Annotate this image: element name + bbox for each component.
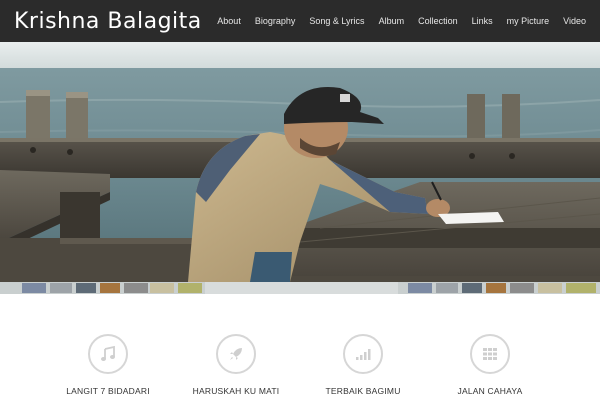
grid-icon xyxy=(483,348,497,360)
feature-item-langit-7-bidadari[interactable]: LANGIT 7 BIDADARI xyxy=(53,334,163,396)
nav-my-picture[interactable]: my Picture xyxy=(507,16,550,26)
feature-label[interactable]: JALAN CAHAYA xyxy=(458,386,523,396)
nav-links[interactable]: Links xyxy=(472,16,493,26)
feature-icon-circle[interactable] xyxy=(216,334,256,374)
rocket-icon xyxy=(230,348,242,360)
main-navigation: About Biography Song & Lyrics Album Coll… xyxy=(203,16,586,26)
hero-photo xyxy=(0,42,600,294)
feature-songs: LANGIT 7 BIDADARI HARUSKAH KU MATI TERBA… xyxy=(0,294,600,400)
feature-icon-circle[interactable] xyxy=(470,334,510,374)
site-title[interactable]: Krishna Balagita xyxy=(14,9,202,34)
feature-item-terbaik-bagimu[interactable]: TERBAIK BAGIMU xyxy=(308,334,418,396)
feature-item-haruskah-ku-mati[interactable]: HARUSKAH KU MATI xyxy=(181,334,291,396)
nav-collection[interactable]: Collection xyxy=(418,16,458,26)
music-note-icon xyxy=(101,345,115,361)
hero-slideshow[interactable] xyxy=(0,42,600,294)
nav-album[interactable]: Album xyxy=(379,16,405,26)
feature-label[interactable]: LANGIT 7 BIDADARI xyxy=(66,386,150,396)
signal-bars-icon xyxy=(356,349,371,360)
feature-label[interactable]: TERBAIK BAGIMU xyxy=(325,386,400,396)
top-navbar: Krishna Balagita About Biography Song & … xyxy=(0,0,600,42)
feature-icon-circle[interactable] xyxy=(88,334,128,374)
nav-video[interactable]: Video xyxy=(563,16,586,26)
nav-about[interactable]: About xyxy=(217,16,241,26)
feature-label[interactable]: HARUSKAH KU MATI xyxy=(193,386,280,396)
nav-biography[interactable]: Biography xyxy=(255,16,296,26)
feature-item-jalan-cahaya[interactable]: JALAN CAHAYA xyxy=(435,334,545,396)
nav-song-lyrics[interactable]: Song & Lyrics xyxy=(309,16,364,26)
feature-icon-circle[interactable] xyxy=(343,334,383,374)
